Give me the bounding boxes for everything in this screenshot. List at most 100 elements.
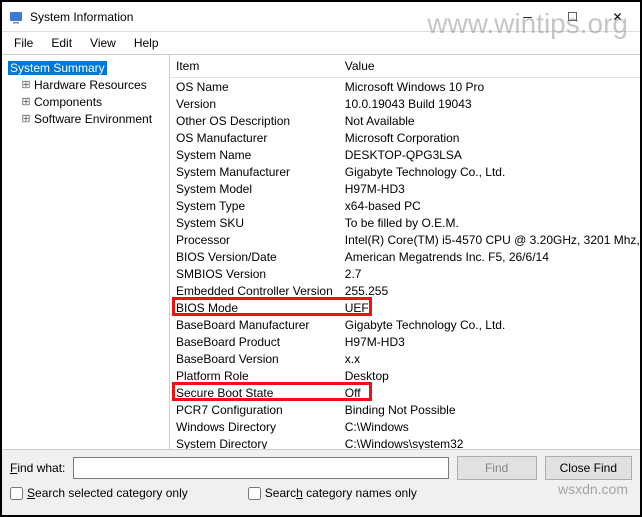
cell-item: Embedded Controller Version bbox=[170, 282, 339, 299]
tree-item-hardware-resources[interactable]: ⊞ Hardware Resources bbox=[6, 76, 169, 93]
menu-help-label: Help bbox=[134, 36, 159, 50]
menubar: File Edit View Help bbox=[2, 32, 640, 54]
table-row[interactable]: BaseBoard Versionx.x bbox=[170, 350, 640, 367]
table-row[interactable]: Embedded Controller Version255.255 bbox=[170, 282, 640, 299]
close-button[interactable]: ✕ bbox=[595, 3, 640, 31]
table-row[interactable]: Version10.0.19043 Build 19043 bbox=[170, 95, 640, 112]
table-row[interactable]: System ModelH97M-HD3 bbox=[170, 180, 640, 197]
cell-value: H97M-HD3 bbox=[339, 333, 640, 350]
tree-item-label: Software Environment bbox=[32, 112, 154, 126]
close-find-button[interactable]: Close Find bbox=[545, 456, 632, 480]
cell-value: To be filled by O.E.M. bbox=[339, 214, 640, 231]
table-row[interactable]: System DirectoryC:\Windows\system32 bbox=[170, 435, 640, 449]
table-row[interactable]: System ManufacturerGigabyte Technology C… bbox=[170, 163, 640, 180]
table-row[interactable]: BaseBoard ManufacturerGigabyte Technolog… bbox=[170, 316, 640, 333]
cell-item: Version bbox=[170, 95, 339, 112]
table-row[interactable]: BaseBoard ProductH97M-HD3 bbox=[170, 333, 640, 350]
cell-value: Desktop bbox=[339, 367, 640, 384]
cell-item: System Manufacturer bbox=[170, 163, 339, 180]
cell-value: Intel(R) Core(TM) i5-4570 CPU @ 3.20GHz,… bbox=[339, 231, 640, 248]
table-row[interactable]: Windows DirectoryC:\Windows bbox=[170, 418, 640, 435]
expand-icon[interactable]: ⊞ bbox=[20, 95, 32, 108]
table-row[interactable]: ProcessorIntel(R) Core(TM) i5-4570 CPU @… bbox=[170, 231, 640, 248]
cell-value: 2.7 bbox=[339, 265, 640, 282]
find-label: Find what: bbox=[10, 461, 65, 475]
cell-item: BaseBoard Manufacturer bbox=[170, 316, 339, 333]
cell-value: Microsoft Windows 10 Pro bbox=[339, 78, 640, 96]
table-row[interactable]: OS NameMicrosoft Windows 10 Pro bbox=[170, 78, 640, 96]
search-names-label: Search category names only bbox=[265, 486, 417, 500]
cell-value: Binding Not Possible bbox=[339, 401, 640, 418]
menu-file-label: File bbox=[14, 36, 33, 50]
tree-item-software-environment[interactable]: ⊞ Software Environment bbox=[6, 110, 169, 127]
search-names-input[interactable] bbox=[248, 487, 261, 500]
window-title: System Information bbox=[30, 10, 133, 24]
cell-item: Secure Boot State bbox=[170, 384, 339, 401]
table-row[interactable]: BIOS Version/DateAmerican Megatrends Inc… bbox=[170, 248, 640, 265]
content-area: System Summary ⊞ Hardware Resources ⊞ Co… bbox=[2, 54, 640, 449]
menu-help[interactable]: Help bbox=[126, 34, 167, 52]
search-selected-input[interactable] bbox=[10, 487, 23, 500]
tree-item-components[interactable]: ⊞ Components bbox=[6, 93, 169, 110]
titlebar: System Information ─ ☐ ✕ bbox=[2, 2, 640, 32]
table-row[interactable]: Other OS DescriptionNot Available bbox=[170, 112, 640, 129]
search-selected-label: Search selected category only bbox=[27, 486, 188, 500]
details-table: Item Value OS NameMicrosoft Windows 10 P… bbox=[170, 55, 640, 449]
search-names-checkbox[interactable]: Search category names only bbox=[248, 486, 417, 500]
table-row[interactable]: PCR7 ConfigurationBinding Not Possible bbox=[170, 401, 640, 418]
menu-edit[interactable]: Edit bbox=[43, 34, 80, 52]
window-controls: ─ ☐ ✕ bbox=[505, 3, 640, 31]
cell-item: System Directory bbox=[170, 435, 339, 449]
cell-value: x.x bbox=[339, 350, 640, 367]
cell-item: BaseBoard Version bbox=[170, 350, 339, 367]
col-header-value[interactable]: Value bbox=[339, 55, 640, 78]
tree-item-label: Hardware Resources bbox=[32, 78, 149, 92]
menu-view-label: View bbox=[90, 36, 116, 50]
cell-value: Gigabyte Technology Co., Ltd. bbox=[339, 316, 640, 333]
cell-value: C:\Windows\system32 bbox=[339, 435, 640, 449]
cell-value: American Megatrends Inc. F5, 26/6/14 bbox=[339, 248, 640, 265]
menu-file[interactable]: File bbox=[6, 34, 41, 52]
table-row[interactable]: System SKUTo be filled by O.E.M. bbox=[170, 214, 640, 231]
cell-item: Platform Role bbox=[170, 367, 339, 384]
tree-root-system-summary[interactable]: System Summary bbox=[6, 59, 169, 76]
table-row[interactable]: BIOS ModeUEFI bbox=[170, 299, 640, 316]
col-header-item[interactable]: Item bbox=[170, 55, 339, 78]
find-panel: Find what: Find Close Find Search select… bbox=[2, 449, 640, 515]
table-row[interactable]: OS ManufacturerMicrosoft Corporation bbox=[170, 129, 640, 146]
cell-value: H97M-HD3 bbox=[339, 180, 640, 197]
cell-item: SMBIOS Version bbox=[170, 265, 339, 282]
table-row[interactable]: Platform RoleDesktop bbox=[170, 367, 640, 384]
cell-item: BIOS Version/Date bbox=[170, 248, 339, 265]
table-row[interactable]: System Typex64-based PC bbox=[170, 197, 640, 214]
cell-value: Microsoft Corporation bbox=[339, 129, 640, 146]
expand-icon[interactable]: ⊞ bbox=[20, 112, 32, 125]
cell-item: System SKU bbox=[170, 214, 339, 231]
search-selected-checkbox[interactable]: Search selected category only bbox=[10, 486, 188, 500]
cell-value: DESKTOP-QPG3LSA bbox=[339, 146, 640, 163]
cell-item: OS Manufacturer bbox=[170, 129, 339, 146]
details-pane[interactable]: Item Value OS NameMicrosoft Windows 10 P… bbox=[170, 55, 640, 449]
table-row[interactable]: Secure Boot StateOff bbox=[170, 384, 640, 401]
find-button[interactable]: Find bbox=[457, 456, 537, 480]
menu-view[interactable]: View bbox=[82, 34, 124, 52]
cell-value: Not Available bbox=[339, 112, 640, 129]
maximize-button[interactable]: ☐ bbox=[550, 3, 595, 31]
menu-edit-label: Edit bbox=[51, 36, 72, 50]
tree-root-label: System Summary bbox=[8, 61, 107, 75]
cell-item: OS Name bbox=[170, 78, 339, 96]
expand-icon[interactable]: ⊞ bbox=[20, 78, 32, 91]
nav-tree[interactable]: System Summary ⊞ Hardware Resources ⊞ Co… bbox=[2, 55, 170, 449]
cell-item: Other OS Description bbox=[170, 112, 339, 129]
cell-value: x64-based PC bbox=[339, 197, 640, 214]
minimize-button[interactable]: ─ bbox=[505, 3, 550, 31]
cell-value: 10.0.19043 Build 19043 bbox=[339, 95, 640, 112]
tree-item-label: Components bbox=[32, 95, 104, 109]
find-input[interactable] bbox=[73, 457, 448, 479]
cell-item: Processor bbox=[170, 231, 339, 248]
cell-value: C:\Windows bbox=[339, 418, 640, 435]
cell-item: System Name bbox=[170, 146, 339, 163]
table-row[interactable]: System NameDESKTOP-QPG3LSA bbox=[170, 146, 640, 163]
table-row[interactable]: SMBIOS Version2.7 bbox=[170, 265, 640, 282]
cell-value: UEFI bbox=[339, 299, 640, 316]
